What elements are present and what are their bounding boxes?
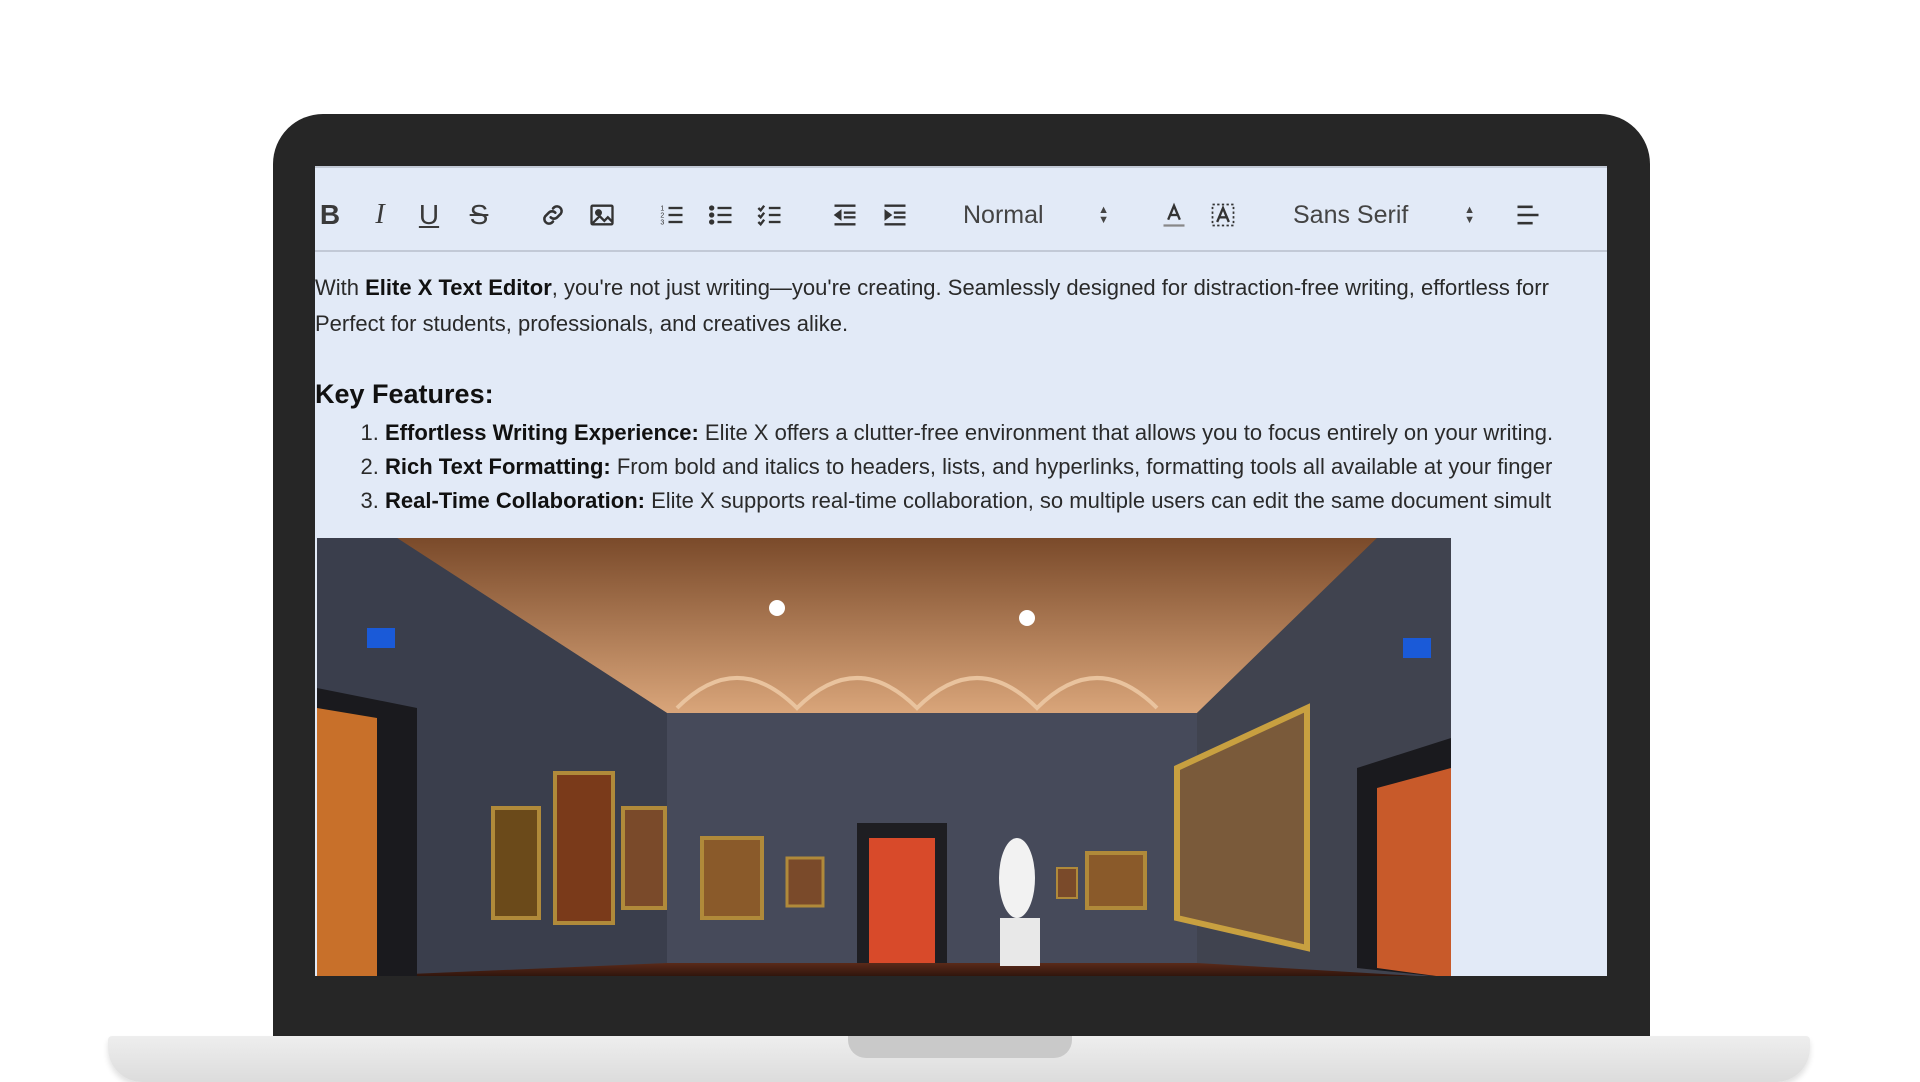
editor-content[interactable]: With Elite X Text Editor, you're not jus… [315,270,1607,518]
strike-button[interactable]: S [462,198,496,232]
outdent-button[interactable] [828,198,862,232]
feature-item: Effortless Writing Experience: Elite X o… [385,416,1607,450]
editor-screen: B I U S 1 2 3 Normal ▲ ▼ Sans Serif ▲ ▼ … [315,166,1607,976]
align-button[interactable] [1511,198,1545,232]
block-format-value: Normal [963,200,1044,229]
feature-item: Rich Text Formatting: From bold and ital… [385,450,1607,484]
ordered-list-button[interactable]: 1 2 3 [655,198,689,232]
svg-text:1: 1 [660,205,664,212]
intro-text: , you're not just writing—you're creatin… [551,275,1549,300]
link-icon [543,205,563,225]
product-name: Elite X Text Editor [365,275,552,300]
feature-title: Effortless Writing Experience: [385,420,699,445]
indent-icon [884,204,906,226]
italic-button[interactable]: I [363,198,397,232]
feature-item: Real-Time Collaboration: Elite X support… [385,484,1607,518]
link-button[interactable] [536,198,570,232]
underline-icon: U [418,199,440,230]
text-color-button[interactable] [1157,198,1191,232]
checklist-icon [757,204,781,227]
select-arrows-icon: ▲ ▼ [1464,204,1475,226]
bullet-list-icon [708,205,732,225]
embedded-gallery-image[interactable] [317,538,1451,976]
bold-icon: B [319,199,341,230]
font-family-select[interactable]: Sans Serif ▲ ▼ [1293,198,1475,232]
intro-prefix: With [315,275,366,300]
feature-title: Rich Text Formatting: [385,454,611,479]
checklist-button[interactable] [753,198,787,232]
italic-icon: I [375,199,385,230]
feature-text: Elite X offers a clutter-free environmen… [698,420,1554,445]
strike-icon: S [469,199,489,230]
underline-button[interactable]: U [412,198,446,232]
background-color-button[interactable] [1206,198,1240,232]
outdent-icon [833,204,856,226]
intro-paragraph-line2: Perfect for students, professionals, and… [315,311,849,336]
features-heading: Key Features: [315,379,494,409]
svg-text:3: 3 [660,219,664,226]
indent-button[interactable] [878,198,912,232]
feature-title: Real-Time Collaboration: [385,488,645,513]
font-family-value: Sans Serif [1293,200,1409,229]
bold-button[interactable]: B [315,198,347,232]
bullet-list-button[interactable] [704,198,738,232]
image-icon [590,204,614,226]
features-list: Effortless Writing Experience: Elite X o… [315,416,1607,518]
select-arrows-icon: ▲ ▼ [1098,204,1109,226]
feature-text: From bold and italics to headers, lists,… [610,454,1553,479]
laptop-notch [848,1036,1072,1058]
feature-text: Elite X supports real-time collaboration… [644,488,1552,513]
align-left-icon [1517,205,1539,225]
svg-text:2: 2 [660,212,664,219]
editor-toolbar: B I U S 1 2 3 Normal ▲ ▼ Sans Serif ▲ ▼ [315,166,1607,252]
intro-paragraph: With Elite X Text Editor, you're not jus… [315,270,1607,306]
ordered-list-icon: 1 2 3 [660,205,683,226]
text-color-icon [1163,202,1185,227]
block-format-select[interactable]: Normal ▲ ▼ [963,198,1109,232]
background-color-icon [1211,203,1235,227]
gallery-photo [317,538,1451,976]
image-button[interactable] [585,198,619,232]
